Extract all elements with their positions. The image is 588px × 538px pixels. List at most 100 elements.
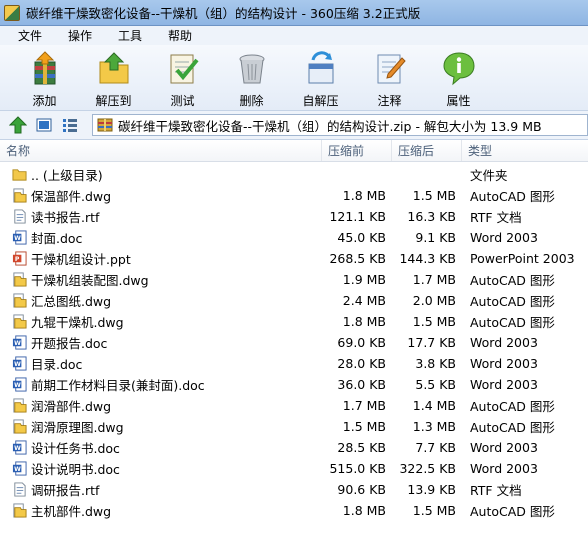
word-doc-icon: W [12,356,27,371]
column-original[interactable]: 压缩后 [392,140,462,161]
file-original-size: 7.7 KB [415,440,456,455]
file-row[interactable]: .. (上级目录) 文件夹 [0,164,588,185]
word-doc-icon: W [12,377,27,392]
self-extract-icon [302,49,340,87]
window-title: 碳纤维干燥致密化设备--干燥机（组）的结构设计 - 360压缩 3.2正式版 [26,6,421,21]
path-field[interactable]: 碳纤维干燥致密化设备--干燥机（组）的结构设计.zip - 解包大小为 13.9… [92,114,588,136]
file-row[interactable]: W 设计任务书.doc 28.5 KB 7.7 KB Word 2003 [0,437,588,458]
file-type: PowerPoint 2003 [470,251,575,266]
file-compressed-size: 1.7 MB [342,398,386,413]
file-compressed-size: 28.5 KB [337,440,386,455]
folder-up-icon [12,167,27,182]
dwg-file-icon [12,272,27,287]
column-compressed[interactable]: 压缩前 [322,140,392,161]
file-row[interactable]: 润滑原理图.dwg 1.5 MB 1.3 MB AutoCAD 图形 [0,416,588,437]
rtf-file-icon [12,482,27,497]
file-name-cell: 主机部件.dwg [0,500,322,521]
file-row[interactable]: 干燥机组装配图.dwg 1.9 MB 1.7 MB AutoCAD 图形 [0,269,588,290]
file-name-cell: W 目录.doc [0,353,322,374]
file-name: 封面.doc [31,231,83,246]
properties-button-label: 属性 [446,94,471,108]
file-name-cell: 保温部件.dwg [0,185,322,206]
svg-text:W: W [14,382,21,389]
menu-operation[interactable]: 操作 [68,27,106,44]
file-rows: .. (上级目录) 文件夹 保温部件.dwg 1.8 MB 1.5 MB AutoCAD … [0,162,588,521]
add-archive-icon [26,49,64,87]
file-name-cell: W 设计任务书.doc [0,437,322,458]
file-name: 润滑原理图.dwg [31,420,124,435]
delete-button-label: 删除 [239,94,264,108]
file-name: 九辊干燥机.dwg [31,315,124,330]
file-original-size: 13.9 KB [407,482,456,497]
file-original-size: 322.5 KB [399,461,456,476]
file-row[interactable]: P 干燥机组设计.ppt 268.5 KB 144.3 KB PowerPoint 20… [0,248,588,269]
file-row[interactable]: 九辊干燥机.dwg 1.8 MB 1.5 MB AutoCAD 图形 [0,311,588,332]
file-type: AutoCAD 图形 [470,273,555,288]
zip-archive-icon [97,118,113,132]
file-type: Word 2003 [470,335,538,350]
svg-text:W: W [14,235,21,242]
file-row[interactable]: W 设计说明书.doc 515.0 KB 322.5 KB Word 2003 [0,458,588,479]
file-compressed-size: 1.8 MB [342,314,386,329]
file-row[interactable]: 汇总图纸.dwg 2.4 MB 2.0 MB AutoCAD 图形 [0,290,588,311]
file-name: 设计说明书.doc [31,462,120,477]
delete-button[interactable]: 删除 [217,45,286,111]
file-type: RTF 文档 [470,210,522,225]
file-type: Word 2003 [470,440,538,455]
menu-tools[interactable]: 工具 [118,27,156,44]
view-large-button[interactable] [34,115,54,135]
dwg-file-icon [12,293,27,308]
comment-button[interactable]: 注释 [355,45,424,111]
file-name-cell: W 开题报告.doc [0,332,322,353]
self-extract-button[interactable]: 自解压 [286,45,355,111]
extract-to-button[interactable]: 解压到 [79,45,148,111]
column-name[interactable]: 名称 [0,140,322,161]
file-name: 读书报告.rtf [31,210,100,225]
view-details-button[interactable] [60,115,80,135]
add-button[interactable]: 添加 [10,45,79,111]
dwg-file-icon [12,419,27,434]
add-button-label: 添加 [32,94,57,108]
test-button-label: 测试 [170,94,195,108]
comment-icon [371,49,409,87]
file-original-size: 17.7 KB [407,335,456,350]
title-bar: 碳纤维干燥致密化设备--干燥机（组）的结构设计 - 360压缩 3.2正式版 [0,0,588,26]
word-doc-icon: W [12,461,27,476]
extract-to-icon [95,49,133,87]
svg-text:W: W [14,340,21,347]
file-original-size: 1.5 MB [412,188,456,203]
file-compressed-size: 1.9 MB [342,272,386,287]
file-row[interactable]: 调研报告.rtf 90.6 KB 13.9 KB RTF 文档 [0,479,588,500]
file-row[interactable]: 读书报告.rtf 121.1 KB 16.3 KB RTF 文档 [0,206,588,227]
file-row[interactable]: W 封面.doc 45.0 KB 9.1 KB Word 2003 [0,227,588,248]
file-type: Word 2003 [470,356,538,371]
menu-help[interactable]: 帮助 [168,27,206,44]
file-row[interactable]: 润滑部件.dwg 1.7 MB 1.4 MB AutoCAD 图形 [0,395,588,416]
file-name-cell: 读书报告.rtf [0,206,322,227]
file-original-size: 1.7 MB [412,272,456,287]
delete-icon [233,49,271,87]
file-name-cell: 干燥机组装配图.dwg [0,269,322,290]
menu-file[interactable]: 文件 [18,27,56,44]
file-row[interactable]: W 开题报告.doc 69.0 KB 17.7 KB Word 2003 [0,332,588,353]
file-row[interactable]: W 前期工作材料目录(兼封面).doc 36.0 KB 5.5 KB Word 2003 [0,374,588,395]
file-type: RTF 文档 [470,483,522,498]
file-original-size: 1.4 MB [412,398,456,413]
test-button[interactable]: 测试 [148,45,217,111]
file-original-size: 1.3 MB [412,419,456,434]
file-original-size: 16.3 KB [407,209,456,224]
test-icon [164,49,202,87]
path-text: 碳纤维干燥致密化设备--干燥机（组）的结构设计.zip - 解包大小为 13.9… [118,118,542,134]
properties-button[interactable]: 属性 [424,45,493,111]
file-row[interactable]: 主机部件.dwg 1.8 MB 1.5 MB AutoCAD 图形 [0,500,588,521]
up-level-button[interactable] [8,115,28,135]
file-name-cell: W 前期工作材料目录(兼封面).doc [0,374,322,395]
arrow-up-icon [9,116,27,134]
file-name-cell: 汇总图纸.dwg [0,290,322,311]
file-type: Word 2003 [470,461,538,476]
column-type[interactable]: 类型 [462,140,588,161]
file-name: 调研报告.rtf [31,483,100,498]
file-row[interactable]: W 目录.doc 28.0 KB 3.8 KB Word 2003 [0,353,588,374]
file-compressed-size: 1.8 MB [342,503,386,518]
file-row[interactable]: 保温部件.dwg 1.8 MB 1.5 MB AutoCAD 图形 [0,185,588,206]
